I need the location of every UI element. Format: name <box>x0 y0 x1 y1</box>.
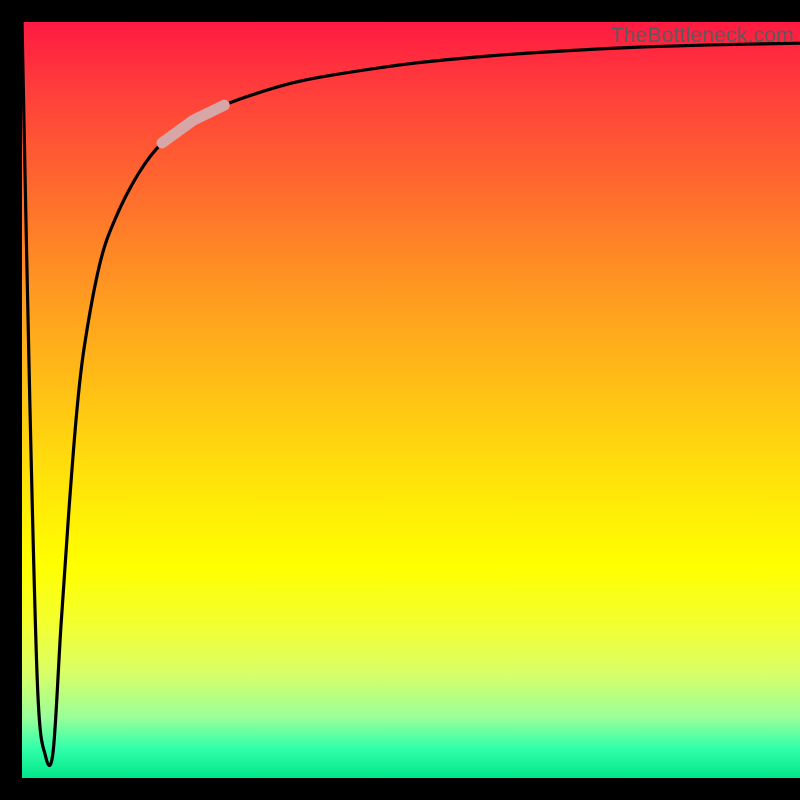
bottleneck-curve <box>22 22 800 766</box>
chart-frame: TheBottleneck.com <box>0 0 800 800</box>
curve-svg <box>22 22 800 778</box>
watermark-text: TheBottleneck.com <box>611 24 794 48</box>
plot-area: TheBottleneck.com <box>22 22 800 778</box>
curve-highlight <box>162 105 224 143</box>
